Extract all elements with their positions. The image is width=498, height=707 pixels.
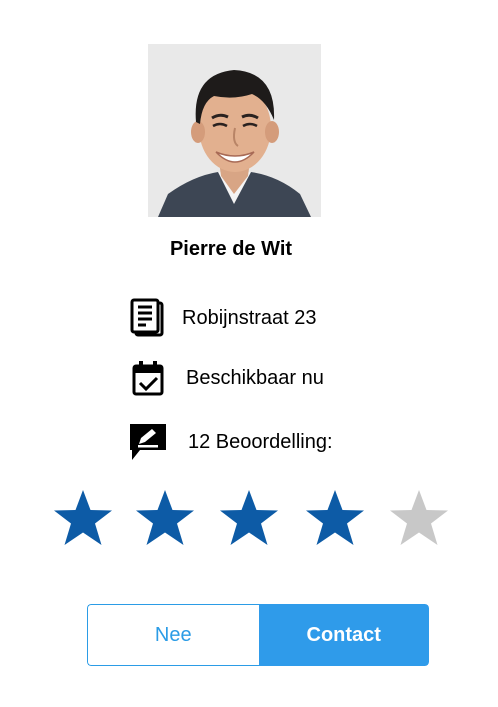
rating-stars <box>52 488 452 552</box>
calendar-check-icon <box>128 358 168 398</box>
chat-pen-icon <box>128 422 168 462</box>
availability-text: Beschikbaar nu <box>186 367 324 389</box>
contact-button[interactable]: Contact <box>258 604 429 666</box>
avatar <box>148 44 321 217</box>
address-text: Robijnstraat 23 <box>182 307 317 329</box>
star-filled-icon[interactable] <box>218 488 280 550</box>
no-button[interactable]: Nee <box>87 604 259 666</box>
reviews-text: 12 Beoordelling: <box>188 431 333 453</box>
profile-name: Pierre de Wit <box>169 238 293 260</box>
star-filled-icon[interactable] <box>52 488 114 550</box>
action-buttons: Nee Contact <box>87 604 429 666</box>
star-empty-icon[interactable] <box>388 488 450 550</box>
notebook-icon <box>128 298 168 338</box>
star-filled-icon[interactable] <box>304 488 366 550</box>
star-filled-icon[interactable] <box>134 488 196 550</box>
